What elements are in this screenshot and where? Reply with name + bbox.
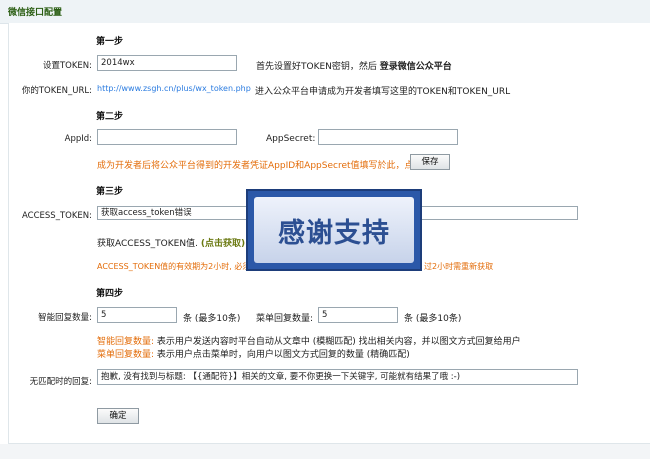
token-url-hint: 进入公众平台申请成为开发者填写这里的TOKEN和TOKEN_URL: [255, 87, 511, 97]
thanks-banner: 感谢支持: [246, 189, 422, 271]
appid-input[interactable]: [97, 129, 237, 145]
menu-reply-label: 菜单回复数量:: [256, 314, 314, 324]
menu-reply-input[interactable]: 5: [318, 307, 398, 323]
step3-heading: 第三步: [96, 187, 124, 197]
login-wechat-link[interactable]: 登录微信公众平台: [380, 62, 452, 72]
smart-reply-desc: 智能回复数量: 表示用户发送内容时平台自动从文章中 (模糊匹配) 找出相关内容，…: [97, 334, 521, 347]
menu-reply-desc-key: 菜单回复数量:: [97, 350, 155, 360]
access-token-label: ACCESS_TOKEN:: [22, 211, 92, 221]
confirm-button[interactable]: 确定: [97, 408, 139, 424]
access-token-note-right: 过2小时需重新获取: [424, 262, 494, 271]
step2-hint: 成为开发者后将公众平台得到的开发者凭证AppID和AppSecret值填写於此，…: [97, 161, 426, 171]
thanks-banner-inner: 感谢支持: [254, 197, 414, 263]
header-bar: 微信接口配置: [0, 0, 650, 24]
token-input[interactable]: 2014wx: [97, 55, 237, 71]
token-url-value: http://www.zsgh.cn/plus/wx_token.php: [97, 84, 251, 93]
step2-heading: 第二步: [96, 112, 124, 122]
save-button[interactable]: 保存: [410, 154, 450, 170]
smart-reply-input[interactable]: 5: [97, 307, 177, 323]
smart-reply-unit: 条 (最多10条): [183, 314, 241, 324]
smart-reply-desc-key: 智能回复数量:: [97, 337, 155, 347]
get-access-token-row: 获取ACCESS_TOKEN值. (点击获取): [97, 236, 245, 249]
token-label: 设置TOKEN:: [42, 61, 92, 71]
access-token-note-left: ACCESS_TOKEN值的有效期为2小时, 必须在: [97, 262, 259, 271]
token-hint: 首先设置好TOKEN密钥，然后 登录微信公众平台: [256, 59, 452, 72]
appsecret-input[interactable]: [318, 129, 458, 145]
appsecret-label: AppSecret:: [266, 134, 316, 144]
thanks-banner-text: 感谢支持: [278, 218, 390, 249]
step1-heading: 第一步: [96, 37, 124, 47]
token-url-label: 你的TOKEN_URL:: [21, 86, 92, 96]
no-match-label: 无匹配时的回复:: [29, 377, 92, 387]
no-match-textarea[interactable]: 抱歉, 没有找到与标题: 【{通配符}】相关的文章, 要不你更换一下关键字, 可…: [97, 369, 578, 385]
get-access-token-text: 获取ACCESS_TOKEN值.: [97, 239, 198, 249]
menu-reply-desc: 菜单回复数量: 表示用户点击菜单时，向用户以图文方式回复的数量 (精确匹配): [97, 347, 410, 360]
token-hint-text: 首先设置好TOKEN密钥，然后: [256, 62, 377, 72]
page-title: 微信接口配置: [8, 8, 63, 18]
step4-heading: 第四步: [96, 289, 124, 299]
appid-label: AppId:: [64, 134, 92, 144]
smart-reply-desc-text: 表示用户发送内容时平台自动从文章中 (模糊匹配) 找出相关内容，并以图文方式回复…: [156, 337, 521, 347]
get-access-token-link[interactable]: (点击获取): [201, 239, 245, 249]
menu-reply-desc-text: 表示用户点击菜单时，向用户以图文方式回复的数量 (精确匹配): [156, 350, 410, 360]
menu-reply-unit: 条 (最多10条): [404, 314, 462, 324]
smart-reply-label: 智能回复数量:: [38, 313, 92, 323]
footer-bar: [0, 444, 650, 459]
